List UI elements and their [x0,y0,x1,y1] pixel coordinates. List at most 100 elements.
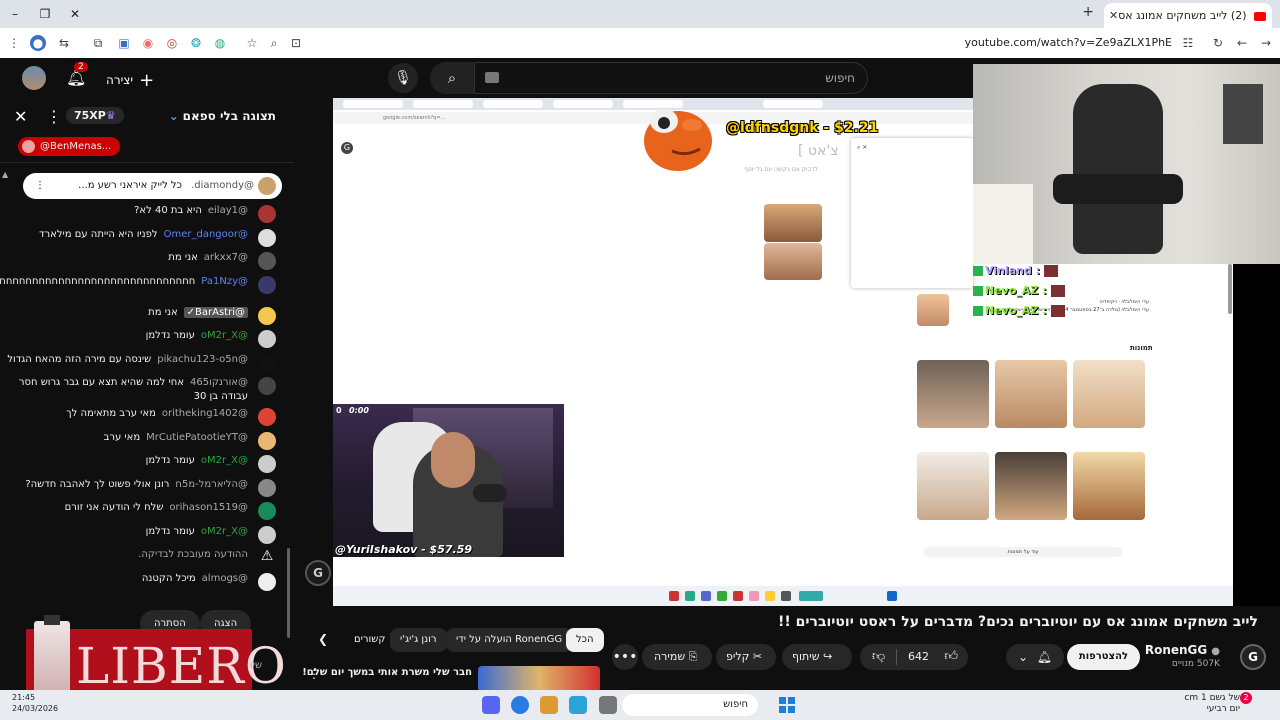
extension-icon[interactable]: ● [30,35,46,51]
chat-author[interactable]: @BarAstri✓ [183,306,248,318]
extension-icon[interactable]: ◍ [212,35,228,51]
scroll-up-arrow-icon[interactable]: ▲ [2,170,8,179]
app-icon[interactable] [540,696,558,714]
image-thumbnail[interactable] [917,294,949,326]
notification-settings-button[interactable]: ⌄ 🔔︎ [1006,644,1064,670]
pinned-message[interactable]: @diamondy. כל לייק איראני רשע מ... ⋮ [23,173,282,199]
puzzle-icon[interactable]: ⧉ [90,35,106,51]
image-result[interactable] [917,360,989,428]
chat-message[interactable]: @אורנקו465אחי למה שהיא תצא עם גבר גרוש ח… [0,376,284,407]
image-thumbnail[interactable] [764,204,822,242]
chat-message[interactable]: @oritheking1402 מאי ערב מתאימה לך [0,407,284,431]
share-button[interactable]: שיתוף ↪ [782,644,852,670]
reload-icon[interactable]: ↻ [1210,35,1226,51]
keyboard-icon[interactable] [485,72,499,83]
chrome-icon[interactable] [511,696,529,714]
chat-scrollbar[interactable] [287,548,290,638]
extension-icon[interactable]: ◉ [140,35,156,51]
new-tab-button[interactable]: + [1082,4,1094,20]
chat-author[interactable]: @MrCutiePatootieYT [146,432,248,443]
chat-mode-dropdown[interactable]: תצוגה בלי ספאם⌄ [169,109,276,123]
install-icon[interactable]: ⊡ [288,35,304,51]
dislike-icon[interactable]: 👎︎ [872,644,885,670]
minimize-button[interactable]: – [4,5,26,23]
forward-icon[interactable]: → [1258,35,1274,51]
search-button[interactable]: ⌕ [430,62,474,94]
create-button[interactable]: יצירה + [106,68,154,91]
channel-avatar[interactable]: G [1240,644,1266,670]
more-icon[interactable]: ⋮ [35,173,45,199]
xp-badge[interactable]: 75XP♛ [66,107,124,124]
close-tab-icon[interactable]: ✕ [1109,3,1118,28]
chat-message[interactable]: @BarAstri✓ אני מת [0,306,284,330]
image-result[interactable] [917,452,989,520]
chat-message[interactable]: @oM2r_X עומר נדלמן [0,329,284,353]
image-result[interactable] [995,452,1067,520]
image-result[interactable] [1073,360,1145,428]
close-chat-icon[interactable]: ✕ [14,107,27,126]
chat-more-icon[interactable]: ⋮ [46,107,62,126]
chat-author[interactable]: @orihason1519 [169,502,248,513]
image-result[interactable] [1073,452,1145,520]
image-thumbnail[interactable] [764,243,822,280]
chat-author[interactable]: @הליארמל-מ5ח [175,479,248,490]
chat-author[interactable]: @oM2r_X [201,455,248,466]
chat-author[interactable]: @pikachu123-o5n [157,354,248,365]
chat-author[interactable]: @oM2r_X [201,526,248,537]
zoom-icon[interactable]: ⌕ [266,35,282,51]
chat-author[interactable]: @oM2r_X [201,330,248,341]
chat-message[interactable]: ⚠ ההודעה מעובכת לבדיקה. [0,548,284,572]
account-avatar[interactable] [22,66,46,90]
chat-author[interactable]: @almogs [202,573,248,584]
save-button[interactable]: שמירה ⎘ [642,644,712,670]
chat-author[interactable]: @Pa1Nzy [201,276,248,287]
browser-tab[interactable]: (2) לייב משחקים אמונג אס ✕ [1104,3,1272,28]
restore-button[interactable]: ❐ [34,5,56,23]
more-images-button[interactable]: עוד על תמונות [923,547,1123,557]
extension-icon[interactable]: ◎ [164,35,180,51]
like-icon[interactable]: 👍︎ [944,644,958,670]
menu-icon[interactable]: ⋮ [6,35,22,51]
windows-start-icon[interactable] [779,697,795,713]
clip-button[interactable]: קליפ ✂ [716,644,776,670]
pinned-user-chip[interactable]: @BenMenas... [18,137,120,156]
chat-author[interactable]: @oritheking1402 [162,408,248,419]
chip-related[interactable]: קשורים [344,628,395,652]
system-clock[interactable]: 21:45 24/03/2026 [12,692,58,714]
close-window-button[interactable]: ✕ [64,5,86,23]
discord-icon[interactable] [482,696,500,714]
site-info-icon[interactable]: ☷ [1180,35,1196,51]
chat-message[interactable]: @pikachu123-o5n שינסה עם מירה הזה מהאח הג… [0,353,284,377]
chat-message[interactable]: @eilay1 היא בת 40 לא? [0,204,284,228]
voice-search-mic-icon[interactable]: 🎙︎ [388,63,418,93]
extension-icon[interactable]: ❂ [188,35,204,51]
file-explorer-icon[interactable] [599,696,617,714]
chevron-left-icon[interactable]: ❮ [318,632,328,646]
chat-message[interactable]: @Omer_dangoor לפניו היא הייתה עם מילארד [0,228,284,252]
chat-author[interactable]: @arkxx7 [204,252,248,263]
chat-message[interactable]: @Pa1Nzy חחחחחחחחחחחחחחחחחחחחחחחחחחחחחח [0,275,284,306]
channel-name[interactable]: ●RonenGG [1145,643,1220,657]
star-icon[interactable]: ☆ [244,35,260,51]
chat-message[interactable]: @הליארמל-מ5ח רונן אולי פשוט לך לאהבה חדשה… [0,478,284,502]
image-result[interactable] [995,360,1067,428]
more-actions-button[interactable]: ••• [612,644,638,670]
chat-message[interactable]: @MrCutiePatootieYT מאי ערב [0,431,284,455]
chat-author[interactable]: @eilay1 [208,205,248,216]
extension-icon[interactable]: ⇆ [56,35,72,51]
chat-message[interactable]: @oM2r_X עומר נדלמן [0,454,284,478]
weather-widget[interactable]: של גשם 1 cm יום רביעי [1184,693,1240,715]
chat-message[interactable]: @oM2r_X עומר נדלמן [0,525,284,549]
chip-all[interactable]: הכל [566,628,604,652]
telegram-icon[interactable] [569,696,587,714]
taskbar-search[interactable]: חיפוש [622,694,758,716]
chat-author[interactable]: @אורנקו465 [190,377,248,388]
chat-message[interactable]: @almogs מיכל הקטנה [0,572,284,596]
url-field[interactable]: youtube.com/watch?v=Ze9aZLX1PhE [236,31,1200,55]
chat-share-label[interactable]: שיו [250,660,262,671]
chat-message[interactable]: @arkxx7 אני מת [0,251,284,275]
back-icon[interactable]: ← [1234,35,1250,51]
subscribe-button[interactable]: להצטרפות [1066,644,1140,670]
chip-uploaded-by[interactable]: הועלה על ידי RonenGG [446,628,573,652]
chat-message[interactable]: @orihason1519 שלח לי הודעה אני זורם [0,501,284,525]
